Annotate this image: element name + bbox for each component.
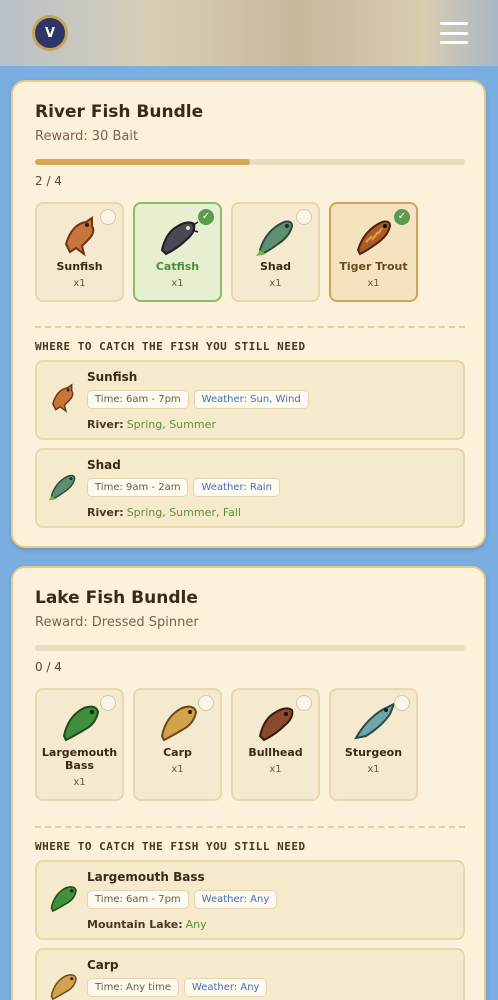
fish-name: Sunfish <box>56 260 103 273</box>
divider <box>35 326 465 328</box>
largemouth-bass-icon <box>62 705 99 742</box>
fish-name: Shad <box>259 260 292 273</box>
fish-qty: x1 <box>171 764 184 775</box>
weather-chip: Weather: Sun, Wind <box>193 390 309 409</box>
location-card-carp[interactable]: Carp Time: Any time Weather: Any <box>35 948 465 1000</box>
where-label: Mountain Lake: <box>87 918 183 931</box>
fish-tile-sunfish[interactable]: Sunfish x1 <box>35 202 124 302</box>
fish-tile-largemouth-bass[interactable]: Largemouth Bass x1 <box>35 688 124 801</box>
location-card-shad[interactable]: Shad Time: 9am - 2am Weather: Rain River… <box>35 448 465 528</box>
reward-label: Reward: <box>35 129 88 144</box>
fish-name: Carp <box>163 746 192 759</box>
fish-qty: x1 <box>269 278 282 289</box>
where-label: River: <box>87 418 124 431</box>
where-value: Spring, Summer <box>126 418 216 431</box>
fish-tile-bullhead[interactable]: Bullhead x1 <box>231 688 320 801</box>
progress-bar <box>35 159 465 165</box>
fish-qty: x1 <box>367 278 380 289</box>
bundle-reward: Reward: Dressed Spinner <box>35 615 199 630</box>
location-fish-name: Carp <box>87 958 119 972</box>
fish-name: Tiger Trout <box>339 260 408 273</box>
carp-icon <box>160 705 197 742</box>
location-card-sunfish[interactable]: Sunfish Time: 6am - 7pm Weather: Sun, Wi… <box>35 360 465 440</box>
tile-check[interactable] <box>198 695 214 711</box>
progress-text: 2 / 4 <box>35 174 62 188</box>
logo-letter: V <box>44 25 56 41</box>
fish-name: Catfish <box>155 260 200 273</box>
fish-tile-sturgeon[interactable]: Sturgeon x1 <box>329 688 418 801</box>
fish-name: Sturgeon <box>344 746 403 759</box>
where-label: River: <box>87 506 124 519</box>
shad-icon <box>48 474 76 501</box>
fish-name: Largemouth Bass <box>41 746 118 772</box>
top-bar: V <box>0 0 498 66</box>
tile-check[interactable] <box>100 209 116 225</box>
section-heading: WHERE TO CATCH THE FISH YOU STILL NEED <box>35 840 306 853</box>
fish-name: Bullhead <box>248 746 303 759</box>
fish-tile-tiger-trout[interactable]: ✓ Tiger Trout x1 <box>329 202 418 302</box>
fish-tile-shad[interactable]: Shad x1 <box>231 202 320 302</box>
sunfish-icon <box>64 216 94 257</box>
bundle-card-lake: Lake Fish Bundle Reward: Dressed Spinner … <box>11 566 486 1000</box>
divider <box>35 826 465 828</box>
where-value: Spring, Summer, Fall <box>126 506 242 519</box>
bundle-card-river: River Fish Bundle Reward: 30 Bait 2 / 4 S… <box>11 80 486 548</box>
location-card-largemouth-bass[interactable]: Largemouth Bass Time: 6am - 7pm Weather:… <box>35 860 465 940</box>
time-chip: Time: 6am - 7pm <box>87 890 189 909</box>
bundle-title: Lake Fish Bundle <box>35 588 198 608</box>
chips: Time: 6am - 7pm Weather: Any <box>87 890 278 909</box>
check-icon[interactable]: ✓ <box>394 209 410 225</box>
fish-tile-carp[interactable]: Carp x1 <box>133 688 222 801</box>
where-value: Any <box>185 918 207 931</box>
fish-row: Sunfish x1 ✓ Catfish x1 Shad x1 ✓ Tiger … <box>35 202 418 302</box>
shad-icon <box>255 220 293 256</box>
location-fish-name: Shad <box>87 458 121 472</box>
bundle-reward: Reward: 30 Bait <box>35 129 138 144</box>
weather-chip: Weather: Rain <box>193 478 280 497</box>
tile-check[interactable] <box>394 695 410 711</box>
location-where: River: Spring, Summer, Fall <box>87 506 241 519</box>
tile-check[interactable] <box>296 695 312 711</box>
chips: Time: 9am - 2am Weather: Rain <box>87 478 280 497</box>
bullhead-icon <box>258 707 293 742</box>
time-chip: Time: 9am - 2am <box>87 478 189 497</box>
check-icon[interactable]: ✓ <box>198 209 214 225</box>
tiger-trout-icon <box>356 220 391 256</box>
tile-check[interactable] <box>296 209 312 225</box>
fish-qty: x1 <box>73 278 86 289</box>
carp-icon <box>50 974 77 1000</box>
fish-qty: x1 <box>367 764 380 775</box>
tile-check[interactable] <box>100 695 116 711</box>
app-logo[interactable]: V <box>32 15 68 51</box>
fish-qty: x1 <box>269 764 282 775</box>
fish-tile-catfish[interactable]: ✓ Catfish x1 <box>133 202 222 302</box>
time-chip: Time: Any time <box>87 978 179 997</box>
location-where: Mountain Lake: Any <box>87 918 207 931</box>
reward-label: Reward: <box>35 615 88 630</box>
largemouth-bass-icon <box>50 886 77 913</box>
fish-qty: x1 <box>73 777 86 788</box>
chips: Time: Any time Weather: Any <box>87 978 268 997</box>
chips: Time: 6am - 7pm Weather: Sun, Wind <box>87 390 309 409</box>
catfish-icon <box>160 221 198 256</box>
progress-text: 0 / 4 <box>35 660 62 674</box>
progress-bar <box>35 645 465 651</box>
location-where: River: Spring, Summer <box>87 418 216 431</box>
menu-icon[interactable] <box>440 22 468 44</box>
sunfish-icon <box>52 383 74 413</box>
progress-fill <box>35 159 250 165</box>
section-heading: WHERE TO CATCH THE FISH YOU STILL NEED <box>35 340 306 353</box>
reward-value: 30 Bait <box>91 129 139 144</box>
reward-value: Dressed Spinner <box>91 615 199 630</box>
sturgeon-icon <box>353 701 396 740</box>
weather-chip: Weather: Any <box>183 978 268 997</box>
fish-row: Largemouth Bass x1 Carp x1 Bullhead x1 S… <box>35 688 418 801</box>
time-chip: Time: 6am - 7pm <box>87 390 189 409</box>
bundle-title: River Fish Bundle <box>35 102 204 122</box>
location-fish-name: Largemouth Bass <box>87 870 205 884</box>
fish-qty: x1 <box>171 278 184 289</box>
location-fish-name: Sunfish <box>87 370 138 384</box>
weather-chip: Weather: Any <box>193 890 278 909</box>
